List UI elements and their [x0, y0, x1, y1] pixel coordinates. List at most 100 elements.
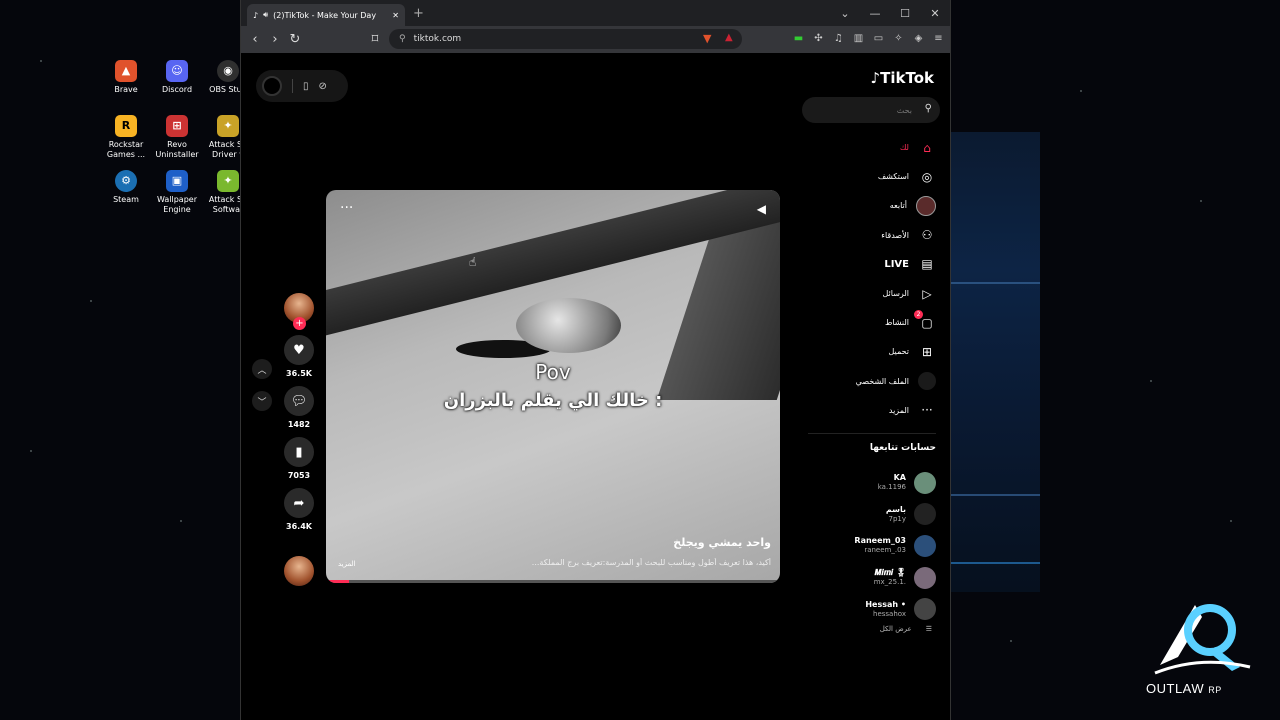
video-options-icon[interactable]: ···	[340, 200, 353, 216]
sidebar-nav: لك ⌂ استكشف ◎ أتابعه الأصدقاء ⚇ LIVE ▤ ا…	[796, 133, 936, 425]
nav-item-activity[interactable]: النشاط ▢ 2	[796, 308, 936, 337]
brave-rewards-icon[interactable]: ▲	[725, 32, 733, 43]
tiktok-logo[interactable]: ♪TikTok	[871, 69, 934, 87]
following-account[interactable]: Raneem_03 raneem_.03	[796, 530, 936, 562]
compass-icon: ◎	[921, 169, 933, 184]
account-avatar	[914, 471, 936, 494]
url-text: tiktok.com	[413, 34, 462, 44]
like-action: ♥ 36.5K	[279, 335, 319, 378]
wallet-icon[interactable]: ▭	[871, 31, 886, 46]
following-account[interactable]: 𝑴𝒊𝒎𝒊 🎖 mx_25.1.	[796, 562, 936, 594]
save-action: ▮ 7053	[279, 437, 319, 480]
search-input[interactable]: بحث ⚲	[802, 97, 940, 123]
profile-icon	[918, 372, 936, 391]
brave-shields-icon[interactable]: ▼	[703, 32, 711, 45]
tab-search-icon[interactable]: ⌄	[830, 7, 860, 20]
share-icon[interactable]: ➦	[284, 488, 314, 518]
account-avatar	[914, 534, 936, 557]
video-subject	[516, 298, 621, 353]
comment-action: 💬︎ 1482	[279, 386, 319, 429]
mouse-cursor-icon: ☝	[469, 255, 477, 269]
following-account[interactable]: باسم 7p1y	[796, 499, 936, 531]
close-tab-icon[interactable]: ✕	[392, 11, 399, 20]
like-count: 36.5K	[286, 369, 312, 378]
reload-button[interactable]: ↻	[285, 32, 305, 47]
action-bar: + ♥ 36.5K 💬︎ 1482 ▮ 7053 ➦ 36.4K	[279, 293, 319, 539]
tab-title: (2)TikTok - Make Your Day	[273, 10, 377, 20]
close-window-button[interactable]: ✕	[920, 7, 950, 20]
video-title: واحد يمشي ويجلخ	[673, 536, 771, 549]
comment-count: 1482	[287, 420, 311, 429]
share-action: ➦ 36.4K	[279, 488, 319, 531]
sidebar-icon[interactable]: ▥	[851, 31, 866, 46]
next-video-button[interactable]: ﹀	[252, 391, 272, 411]
tab-tiktok[interactable]: ♪ 🔊︎ (2)TikTok - Make Your Day ✕	[247, 4, 405, 26]
upload-icon: ⊞	[921, 344, 933, 359]
share-count: 36.4K	[286, 522, 312, 531]
vpn-shield-icon[interactable]: ◈	[911, 31, 926, 46]
revo-icon: ⊞	[166, 115, 188, 137]
list-icon: ☰	[925, 625, 932, 633]
activity-icon: ▢ 2	[914, 309, 936, 332]
profile-dot-icon[interactable]	[262, 76, 282, 96]
extensions-icon[interactable]: ✣	[811, 31, 826, 46]
device-icon[interactable]: ▯	[303, 81, 309, 92]
playlist-icon[interactable]: ♫	[831, 31, 846, 46]
following-account[interactable]: KA ka.1196	[796, 467, 936, 499]
minimize-button[interactable]: —	[860, 7, 890, 20]
bookmark-save-icon[interactable]: ▮	[284, 437, 314, 467]
attackshark-icon: ✦	[217, 170, 239, 192]
obs-icon: ◉	[217, 60, 239, 82]
friends-icon: ⚇	[921, 228, 933, 243]
leo-ai-icon[interactable]: ✧	[891, 31, 906, 46]
compass-small-icon[interactable]: ⊘	[319, 81, 327, 92]
video-more-link[interactable]: المزيد	[338, 560, 356, 568]
maximize-button[interactable]: ☐	[890, 7, 920, 20]
attackshark-icon: ✦	[217, 115, 239, 137]
nav-item-profile[interactable]: الملف الشخصي	[796, 367, 936, 396]
tiktok-favicon-icon: ♪	[253, 10, 259, 20]
nav-item-friends[interactable]: الأصدقاء ⚇	[796, 221, 936, 250]
video-description: أكيد، هذا تعريف أطول ومناسب للبحث أو الم…	[531, 558, 771, 567]
bookmark-icon[interactable]: ⌑	[365, 32, 385, 47]
player-controls-pill: ▯ ⊘	[256, 70, 348, 102]
nav-item-live[interactable]: LIVE ▤	[796, 250, 936, 279]
following-avatar-icon	[916, 195, 936, 216]
activity-badge: 2	[914, 309, 923, 319]
address-bar[interactable]: ⚲ tiktok.com	[389, 29, 742, 49]
sound-avatar[interactable]	[284, 556, 314, 586]
nav-item-explore[interactable]: استكشف ◎	[796, 162, 936, 191]
video-progress-bar[interactable]	[326, 580, 780, 583]
forward-button[interactable]: ›	[265, 32, 285, 47]
site-info-icon[interactable]: ⚲	[399, 34, 406, 44]
new-tab-button[interactable]: +	[413, 6, 424, 21]
live-icon: ▤	[921, 257, 933, 272]
video-player[interactable]: ··· ◀︎ Pov خالك الي يقلم بالبزران : واحد…	[326, 190, 780, 583]
nav-item-messages[interactable]: الرسائل ▷	[796, 279, 936, 308]
outlaw-logo-text: OUTLAW RP	[1146, 681, 1222, 696]
speaker-icon[interactable]: 🔊︎	[263, 10, 268, 20]
wallpaper-panel	[950, 132, 1040, 592]
back-button[interactable]: ‹	[245, 32, 265, 47]
search-icon[interactable]: ⚲	[925, 103, 932, 114]
browser-window: ♪ 🔊︎ (2)TikTok - Make Your Day ✕ + ⌄ — ☐…	[240, 0, 951, 720]
nav-item-upload[interactable]: تحميل ⊞	[796, 337, 936, 366]
nav-item-for-you[interactable]: لك ⌂	[796, 133, 936, 162]
tiktok-page: ▯ ⊘ ··· ◀︎ Pov خالك الي يقلم بالبزران : …	[241, 53, 950, 720]
steam-icon: ⚙	[115, 170, 137, 192]
follow-plus-icon[interactable]: +	[293, 317, 306, 330]
vpn-icon[interactable]: ▬	[791, 31, 806, 46]
creator-avatar[interactable]: +	[284, 293, 314, 330]
following-account[interactable]: Hessah • hessahox	[796, 593, 936, 625]
heart-icon[interactable]: ♥	[284, 335, 314, 365]
see-all-link[interactable]: عرض الكل ☰	[880, 625, 932, 633]
following-list: KA ka.1196 باسم 7p1y Raneem_03 raneem_.03 𝑴…	[796, 467, 936, 625]
video-caption-line2: خالك الي يقلم بالبزران :	[443, 390, 663, 411]
previous-video-button[interactable]: ︿	[252, 359, 272, 379]
nav-item-following[interactable]: أتابعه	[796, 191, 936, 220]
menu-icon[interactable]: ≡	[931, 31, 946, 46]
save-count: 7053	[287, 471, 311, 480]
nav-item-more[interactable]: المزيد ···	[796, 396, 936, 425]
volume-icon[interactable]: ◀︎	[757, 202, 766, 216]
comment-icon[interactable]: 💬︎	[284, 386, 314, 416]
